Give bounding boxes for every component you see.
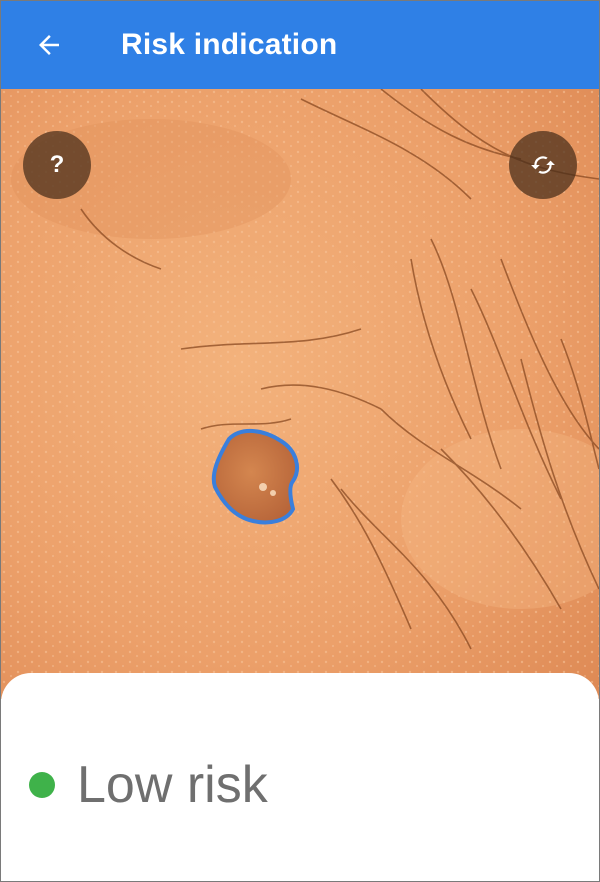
skin-photo [1,89,599,699]
rotate-icon [531,156,555,174]
risk-label: Low risk [77,756,268,814]
risk-indicator: Low risk [29,759,268,811]
app-bar: Risk indication [1,1,599,89]
question-icon: ? [49,151,65,178]
arrow-left-icon [39,35,59,55]
rotate-button[interactable] [509,131,577,199]
help-button[interactable]: ? [23,131,91,199]
screen: Risk indication ? Low risk [0,0,600,882]
result-card: Low risk [1,673,599,881]
back-button[interactable] [23,19,75,71]
status-dot [29,772,55,798]
page-title: Risk indication [121,28,338,61]
